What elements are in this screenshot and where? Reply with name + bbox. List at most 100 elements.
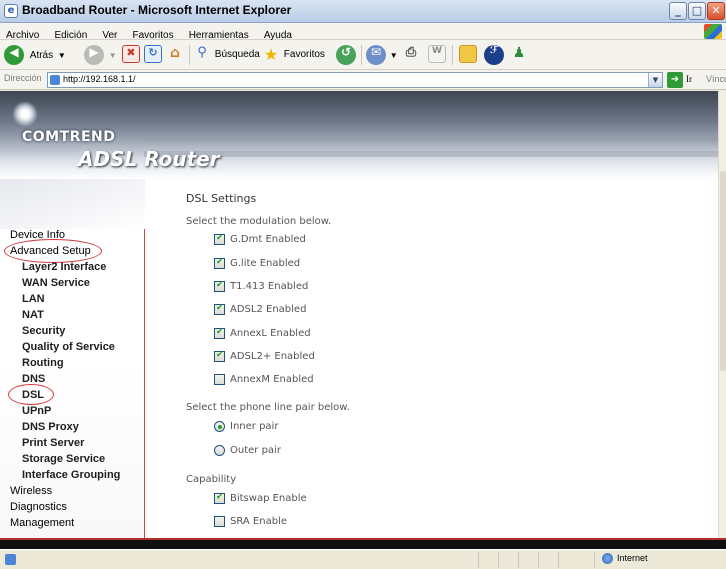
forward-dropdown-icon: ▼ [108,50,117,60]
favorites-label: Favoritos [283,49,325,60]
page-title: DSL Settings [186,192,257,205]
close-button[interactable]: ✕ [707,2,725,20]
checkbox-adsl2plus[interactable] [214,350,225,362]
label-adsl2: ADSL2 Enabled [230,304,307,315]
nav-interface-grouping[interactable]: Interface Grouping [22,469,120,481]
nav-nat[interactable]: NAT [22,309,44,321]
scrollbar-thumb[interactable] [720,171,726,371]
links-label[interactable]: Vínculos [706,74,726,84]
nav-lan[interactable]: LAN [22,293,45,305]
edit-page-icon: W [428,45,446,64]
label-annexl: AnnexL Enabled [230,328,311,339]
security-zone: Internet [602,553,648,565]
router-banner: COMTREND ADSL Router [0,91,718,179]
globe-icon [602,553,613,565]
side-nav: Device Info Advanced Setup Layer2 Interf… [0,179,145,538]
status-divider [594,552,595,568]
users-icon: ♟ [512,45,526,62]
back-button[interactable]: ◀ Atrás ▼ [4,45,66,65]
folder-icon [459,45,477,64]
users-button[interactable]: ♟ [510,45,528,65]
search-button[interactable]: ⚲ Búsqueda [193,45,260,65]
star-icon: ★ [263,45,279,65]
address-input[interactable]: http://192.168.1.1/ ▼ [47,72,663,88]
label-sra: SRA Enable [230,516,287,527]
page-viewport: COMTREND ADSL Router Device Info Advance… [0,91,718,538]
status-divider [538,552,539,568]
windows-flag-icon [704,24,722,39]
maximize-button[interactable]: □ [688,2,706,20]
folder-button[interactable] [459,45,477,65]
address-bar: Dirección http://192.168.1.1/ ▼ ➜ Ir Vín… [0,70,726,90]
pair-prompt: Select the phone line pair below. [186,402,350,413]
status-divider [518,552,519,568]
nav-corner-decoration [0,179,145,229]
address-url: http://192.168.1.1/ [63,74,136,84]
label-adsl2plus: ADSL2+ Enabled [230,351,315,362]
ie-logo-icon: e [4,4,18,18]
label-inner-pair: Inner pair [230,421,279,432]
nav-layer2-interface[interactable]: Layer2 Interface [22,261,106,273]
nav-upnp[interactable]: UPnP [22,405,51,417]
stop-icon: ✖ [122,45,140,64]
nav-routing[interactable]: Routing [22,357,64,369]
toolbar-separator [189,45,190,65]
capability-heading: Capability [186,474,237,485]
history-button[interactable]: ↺ [336,45,356,65]
history-icon: ↺ [336,45,356,65]
nav-diagnostics[interactable]: Diagnostics [10,501,67,513]
vertical-scrollbar[interactable] [718,91,726,538]
checkbox-annexl[interactable] [214,327,225,339]
checkbox-gdmt[interactable] [214,233,225,245]
radio-outer-pair[interactable] [214,445,225,456]
checkbox-adsl2[interactable] [214,303,225,315]
stop-button[interactable]: ✖ [122,45,140,65]
forward-button[interactable]: ▶ ▼ [84,45,117,65]
nav-wireless[interactable]: Wireless [10,485,52,497]
go-button[interactable]: Ir [686,74,692,84]
messenger-button[interactable]: ℱ [484,45,504,65]
address-label: Dirección [4,73,42,83]
back-label: Atrás [29,49,54,61]
print-button[interactable]: ⎙ [402,45,420,65]
browser-window: e Broadband Router - Microsoft Internet … [0,0,726,569]
checkbox-sra[interactable] [214,516,225,527]
page-status-icon [5,554,16,565]
nav-quality-of-service[interactable]: Quality of Service [22,341,115,353]
status-bar: Internet [0,549,726,569]
refresh-button[interactable]: ↻ [144,45,162,65]
checkbox-t1413[interactable] [214,280,225,292]
home-button[interactable]: ⌂ [166,45,184,65]
mail-button[interactable]: ✉ ▼ [366,45,398,65]
toolbar-separator [361,45,362,65]
radio-inner-pair[interactable] [214,421,225,432]
checkbox-bitswap[interactable] [214,492,225,504]
window-title: Broadband Router - Microsoft Internet Ex… [22,3,292,17]
checkbox-annexm[interactable] [214,374,225,385]
nav-wan-service[interactable]: WAN Service [22,277,90,289]
go-arrow-icon[interactable]: ➜ [667,72,683,88]
edit-button[interactable]: W [428,45,446,65]
print-icon: ⎙ [405,45,417,61]
home-icon: ⌂ [169,45,181,62]
address-dropdown-icon[interactable]: ▼ [648,73,662,87]
back-arrow-icon: ◀ [4,45,24,65]
nav-management[interactable]: Management [10,517,74,529]
toolbar-separator [452,45,453,65]
back-dropdown-icon: ▼ [57,50,66,60]
modulation-prompt: Select the modulation below. [186,216,332,227]
highlight-ring-dsl [8,384,54,405]
favorites-button[interactable]: ★ Favoritos [262,45,325,65]
nav-print-server[interactable]: Print Server [22,437,84,449]
label-outer-pair: Outer pair [230,445,281,456]
product-name: ADSL Router [78,147,220,171]
refresh-icon: ↻ [144,45,162,64]
nav-dns-proxy[interactable]: DNS Proxy [22,421,79,433]
minimize-button[interactable]: _ [669,2,687,20]
nav-security[interactable]: Security [22,325,65,337]
banner-band [144,138,718,148]
nav-storage-service[interactable]: Storage Service [22,453,105,465]
toolbar: ◀ Atrás ▼ ▶ ▼ ✖ ↻ ⌂ ⚲ Búsqueda ★ Favorit… [0,40,726,70]
checkbox-glite[interactable] [214,257,225,269]
label-bitswap: Bitswap Enable [230,493,307,504]
